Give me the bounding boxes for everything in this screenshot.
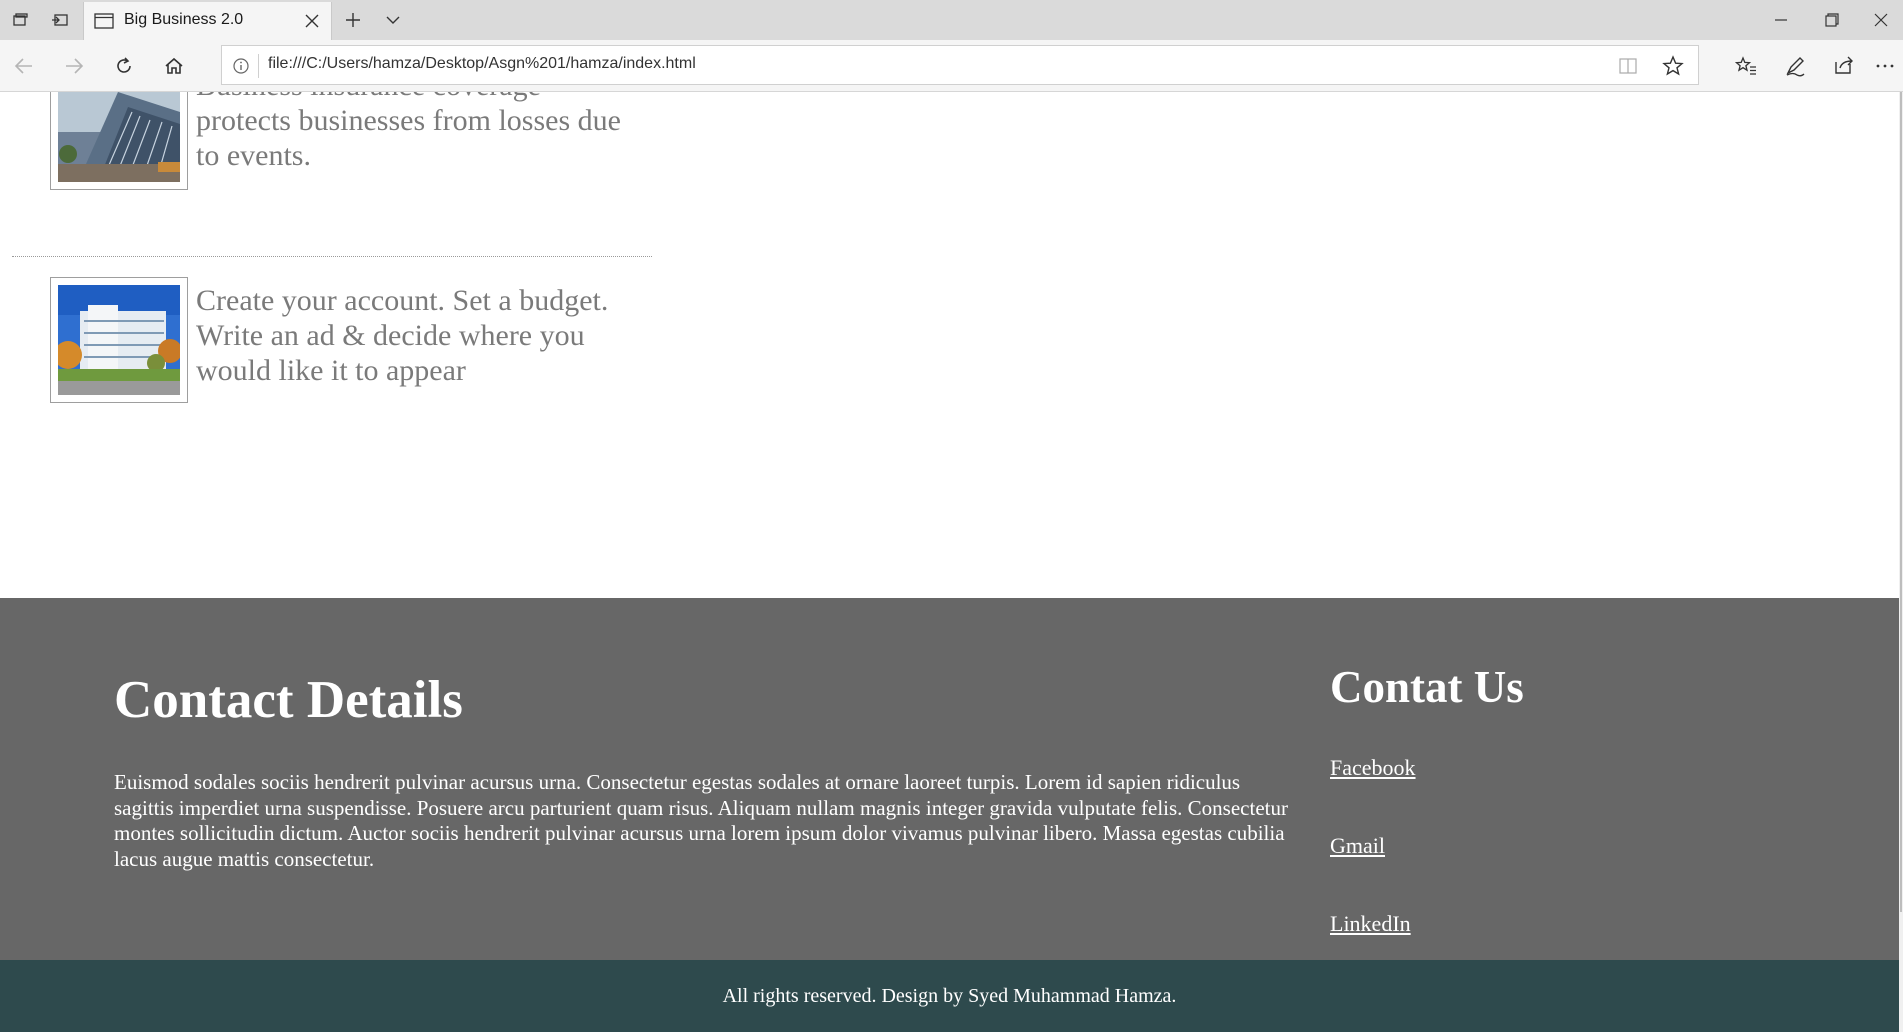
forward-arrow-icon[interactable]	[54, 46, 94, 86]
pen-icon[interactable]	[1775, 46, 1815, 86]
back-arrow-icon[interactable]	[4, 46, 44, 86]
more-icon[interactable]	[1868, 46, 1902, 86]
divider	[12, 256, 652, 257]
home-icon[interactable]	[154, 46, 194, 86]
news-item-text: Create your account. Set a budget. Write…	[196, 284, 609, 387]
share-icon[interactable]	[1824, 46, 1864, 86]
active-tab[interactable]: Big Business 2.0	[83, 2, 332, 40]
browser-titlebar: Big Business 2.0	[0, 0, 1903, 40]
office-building-thumbnail	[50, 92, 188, 190]
linkedin-link[interactable]: LinkedIn	[1330, 911, 1411, 937]
copyright-text: All rights reserved. Design by Syed Muha…	[722, 985, 1177, 1007]
contact-heading: Contact Details	[114, 671, 463, 729]
url-separator	[258, 54, 259, 78]
url-field[interactable]: file:///C:/Users/hamza/Desktop/Asgn%201/…	[221, 45, 1699, 85]
news-item: Create your account. Set a budget. Write…	[50, 277, 690, 407]
tab-title: Big Business 2.0	[124, 11, 244, 28]
page-viewport: Business insurance coverage protects bus…	[0, 92, 1903, 1032]
scrollbar-thumb[interactable]	[1900, 92, 1902, 912]
address-bar: file:///C:/Users/hamza/Desktop/Asgn%201/…	[0, 40, 1903, 92]
news-item-text: Business insurance coverage protects bus…	[196, 92, 621, 172]
info-icon[interactable]	[232, 57, 250, 75]
contact-body: Euismod sodales sociis hendrerit pulvina…	[114, 770, 1288, 871]
minimize-icon[interactable]	[1757, 0, 1805, 40]
gmail-link[interactable]: Gmail	[1330, 833, 1385, 859]
news-item: Business insurance coverage protects bus…	[12, 92, 690, 257]
set-aside-tabs-icon[interactable]	[0, 0, 40, 40]
copyright-bar: All rights reserved. Design by Syed Muha…	[0, 960, 1899, 1032]
chevron-down-icon[interactable]	[373, 0, 413, 40]
restore-tabs-icon[interactable]	[40, 0, 80, 40]
maximize-icon[interactable]	[1808, 0, 1856, 40]
close-icon[interactable]	[303, 12, 321, 30]
contact-section: Contact Details Euismod sodales sociis h…	[0, 598, 1899, 960]
favorites-icon[interactable]	[1726, 46, 1766, 86]
url-text[interactable]: file:///C:/Users/hamza/Desktop/Asgn%201/…	[268, 55, 696, 73]
reading-view-icon[interactable]	[1618, 56, 1638, 76]
page-icon	[94, 13, 114, 29]
facebook-link[interactable]: Facebook	[1330, 755, 1416, 781]
page-scrollbar[interactable]	[1899, 92, 1903, 1032]
star-icon[interactable]	[1662, 55, 1684, 77]
office-campus-thumbnail	[50, 277, 188, 403]
window-close-icon[interactable]	[1858, 0, 1903, 40]
social-heading: Contat Us	[1330, 662, 1524, 712]
refresh-icon[interactable]	[104, 46, 144, 86]
plus-icon[interactable]	[333, 0, 373, 40]
